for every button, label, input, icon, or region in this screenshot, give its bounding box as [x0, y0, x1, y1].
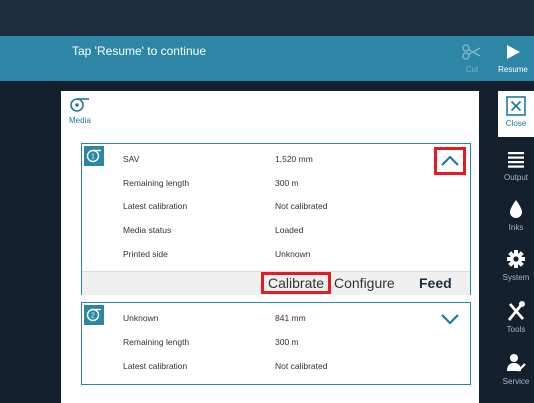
latest-calibration-label: Latest calibration	[123, 361, 188, 371]
roll-number-icon: 2	[86, 308, 101, 322]
roll-badge-2: 2	[84, 305, 104, 325]
output-icon	[508, 152, 524, 168]
resume-button[interactable]: Resume	[493, 42, 533, 74]
expand-button[interactable]	[434, 305, 466, 333]
media-title: Media	[69, 116, 91, 125]
close-label: Close	[505, 119, 527, 128]
latest-calibration-value: Not calibrated	[275, 361, 328, 371]
roll-badge-1: 1	[84, 146, 104, 166]
sidebar-item-tools[interactable]: Tools	[498, 299, 534, 334]
cut-label: Cut	[465, 65, 479, 74]
gear-icon	[507, 250, 525, 268]
remaining-length-label: Remaining length	[123, 337, 190, 347]
media-name-label: SAV	[123, 154, 140, 164]
collapse-button[interactable]	[434, 147, 466, 175]
roll-number: 2	[91, 313, 95, 320]
play-icon	[507, 45, 520, 59]
latest-calibration-label: Latest calibration	[123, 201, 188, 211]
sidebar-item-label: Inks	[508, 223, 524, 232]
tools-icon	[507, 301, 525, 321]
media-card-1: 1 SAV 1,520 mm Remaining length 300 m La…	[81, 143, 471, 295]
scissors-icon	[462, 44, 481, 60]
feed-button[interactable]: Feed	[419, 274, 452, 292]
sidebar-item-inks[interactable]: Inks	[498, 197, 534, 232]
media-status-label: Media status	[123, 225, 172, 235]
media-width-value: 841 mm	[275, 313, 306, 323]
media-card-2: 2 Unknown 841 mm Remaining length 300 m …	[81, 302, 471, 385]
roll-number: 1	[91, 154, 95, 161]
media-width-value: 1,520 mm	[275, 154, 313, 164]
roll-number-icon: 1	[86, 149, 101, 163]
media-header: Media	[69, 97, 109, 125]
sidebar-item-label: Output	[503, 173, 528, 182]
ink-drop-icon	[510, 200, 522, 218]
sidebar-item-label: System	[502, 273, 530, 282]
service-icon	[507, 354, 526, 372]
resume-banner: Tap 'Resume' to continue Cut Resume	[0, 36, 534, 81]
sidebar-item-output[interactable]: Output	[498, 147, 534, 182]
card-actions-bar: Calibrate Configure Feed	[82, 271, 470, 295]
printed-side-value: Unknown	[275, 249, 311, 259]
chevron-down-icon	[441, 314, 459, 325]
sidebar-item-system[interactable]: System	[498, 247, 534, 282]
media-roll-icon	[70, 98, 89, 112]
media-status-value: Loaded	[275, 225, 304, 235]
chevron-up-icon	[441, 155, 459, 166]
remaining-length-value: 300 m	[275, 178, 299, 188]
latest-calibration-value: Not calibrated	[275, 201, 328, 211]
configure-button[interactable]: Configure	[334, 274, 395, 292]
close-icon	[506, 96, 526, 116]
right-sidebar: Close Output Inks System Tools Service	[498, 91, 534, 403]
remaining-length-value: 300 m	[275, 337, 299, 347]
resume-label: Resume	[498, 65, 528, 74]
media-panel: Media 1 SAV 1,520 mm Remaining length 30…	[61, 91, 479, 403]
sidebar-item-label: Service	[502, 377, 530, 386]
printed-side-label: Printed side	[123, 249, 168, 259]
top-bar	[0, 0, 534, 36]
media-name-label: Unknown	[123, 313, 159, 323]
close-button[interactable]: Close	[498, 91, 534, 137]
resume-message: Tap 'Resume' to continue	[72, 44, 206, 58]
sidebar-item-label: Tools	[506, 325, 526, 334]
sidebar-item-service[interactable]: Service	[498, 351, 534, 386]
remaining-length-label: Remaining length	[123, 178, 190, 188]
calibrate-button[interactable]: Calibrate	[261, 272, 332, 294]
cut-button[interactable]: Cut	[452, 42, 492, 74]
